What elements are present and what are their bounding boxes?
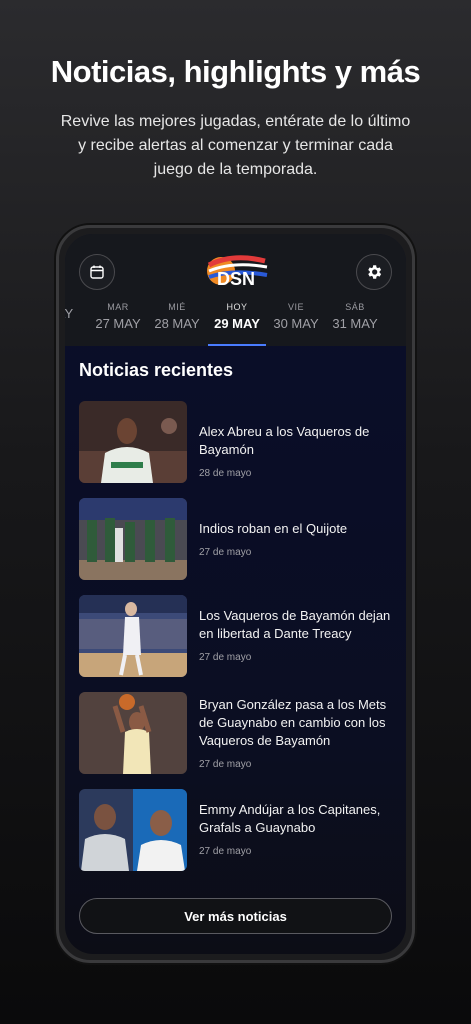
app-header: DSN AY MAR 27 MAY MIÉ 28 MAY [65, 234, 406, 346]
news-item[interactable]: Los Vaqueros de Bayamón dejan en liberta… [79, 595, 392, 692]
logo-text: DSN [217, 269, 255, 289]
date-selector: AY MAR 27 MAY MIÉ 28 MAY HOY 29 MAY VIE … [65, 302, 406, 346]
news-item[interactable]: Bryan González pasa a los Mets de Guayna… [79, 692, 392, 789]
calendar-button[interactable] [79, 254, 115, 290]
news-title: Emmy Andújar a los Capitanes, Grafals a … [199, 802, 381, 835]
active-date-indicator [208, 344, 266, 346]
news-title: Bryan González pasa a los Mets de Guayna… [199, 697, 387, 748]
date-item[interactable]: MIÉ 28 MAY [147, 302, 207, 331]
dsn-logo: DSN [207, 255, 268, 289]
news-thumbnail [79, 401, 187, 483]
news-date: 27 de mayo [199, 846, 252, 857]
hero-title: Noticias, highlights y más [50, 54, 421, 89]
news-date: 27 de mayo [199, 759, 252, 770]
settings-button[interactable] [356, 254, 392, 290]
news-title: Alex Abreu a los Vaqueros de Bayamón [199, 424, 370, 457]
news-date: 27 de mayo [199, 652, 252, 663]
news-title: Los Vaqueros de Bayamón dejan en liberta… [199, 608, 391, 641]
news-date: 27 de mayo [199, 547, 252, 558]
news-item[interactable]: Alex Abreu a los Vaqueros de Bayamón 28 … [79, 401, 392, 498]
news-thumbnail [79, 595, 187, 677]
news-thumbnail [79, 789, 187, 871]
date-item[interactable]: SÁB 31 MAY [325, 302, 385, 331]
gear-icon [368, 265, 382, 279]
news-list: Alex Abreu a los Vaqueros de Bayamón 28 … [79, 401, 392, 886]
section-title: Noticias recientes [79, 360, 234, 380]
hero-subtitle: Revive las mejores jugadas, entérate de … [60, 113, 411, 178]
news-date: 28 de mayo [199, 468, 252, 479]
more-news-button[interactable]: Ver más noticias [79, 898, 392, 934]
news-title: Indios roban en el Quijote [199, 521, 348, 536]
news-thumbnail [79, 692, 187, 774]
date-item-today[interactable]: HOY 29 MAY [207, 302, 267, 331]
news-item[interactable]: Emmy Andújar a los Capitanes, Grafals a … [79, 789, 392, 886]
calendar-icon [90, 265, 104, 279]
date-item[interactable]: VIE 30 MAY [266, 302, 326, 331]
news-thumbnail [79, 498, 187, 580]
date-item[interactable]: MAR 27 MAY [88, 302, 148, 331]
date-item[interactable]: 1 [380, 302, 406, 321]
phone-frame: DSN AY MAR 27 MAY MIÉ 28 MAY [56, 225, 415, 963]
news-item[interactable]: Indios roban en el Quijote 27 de mayo [79, 498, 392, 595]
phone-screen: DSN AY MAR 27 MAY MIÉ 28 MAY [65, 234, 406, 954]
